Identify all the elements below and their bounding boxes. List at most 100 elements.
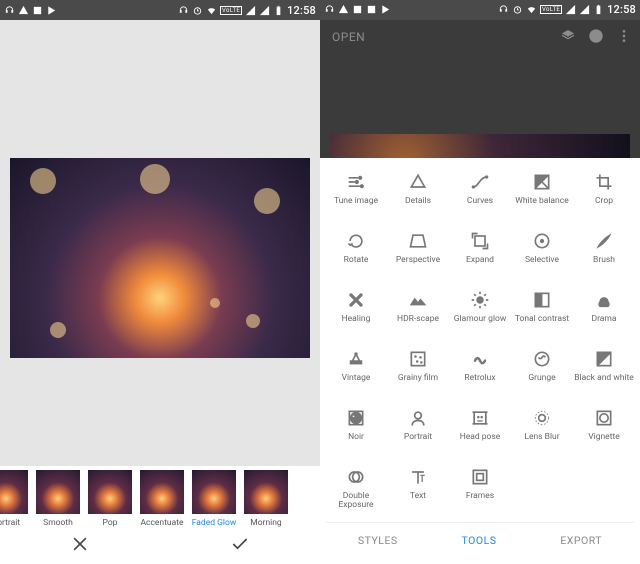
tool-label: Tune image (334, 197, 378, 206)
filter-thumbnail-image (192, 470, 236, 514)
retrolux-icon (470, 349, 490, 369)
battery-icon (593, 4, 604, 15)
tool-label: Vignette (588, 433, 620, 442)
tool-grunge[interactable]: Grunge (512, 349, 572, 404)
expand-icon (470, 231, 490, 251)
tool-label: Drama (592, 315, 617, 324)
signal-icon (259, 5, 270, 16)
headphones-icon (498, 4, 509, 15)
tool-selective[interactable]: Selective (512, 231, 572, 286)
signal-icon (245, 5, 256, 16)
tool-rotate[interactable]: Rotate (326, 231, 386, 286)
tool-whitebalance[interactable]: White balance (512, 172, 572, 227)
frames-icon (470, 467, 490, 487)
tool-tonal[interactable]: Tonal contrast (512, 290, 572, 345)
tool-noir[interactable]: Noir (326, 408, 386, 463)
tool-label: Head pose (460, 433, 501, 442)
vignette-icon (594, 408, 614, 428)
tool-perspective[interactable]: Perspective (388, 231, 448, 286)
tool-label: Retrolux (464, 374, 495, 383)
tool-label: Curves (467, 197, 493, 206)
drive-icon (18, 5, 29, 16)
grunge-icon (532, 349, 552, 369)
tool-grainy[interactable]: Grainy film (388, 349, 448, 404)
tool-retrolux[interactable]: Retrolux (450, 349, 510, 404)
filter-thumbnail-image (140, 470, 184, 514)
clock: 12:58 (287, 4, 316, 17)
vintage-icon (346, 349, 366, 369)
drama-icon (594, 290, 614, 310)
tab-styles[interactable]: STYLES (358, 534, 398, 547)
healing-icon (346, 290, 366, 310)
tool-double[interactable]: Double Exposure (326, 467, 386, 522)
tool-text[interactable]: Text (388, 467, 448, 522)
tool-expand[interactable]: Expand (450, 231, 510, 286)
filter-thumbnail-image (88, 470, 132, 514)
tool-label: HDR-scape (397, 315, 439, 324)
photo-preview-area (0, 20, 320, 466)
cancel-button[interactable] (70, 534, 90, 558)
tool-label: Grunge (528, 374, 555, 383)
clock: 12:58 (607, 3, 636, 16)
tool-sliders[interactable]: Tune image (326, 172, 386, 227)
app-icon (352, 4, 363, 15)
tool-drama[interactable]: Drama (574, 290, 634, 345)
open-button[interactable]: OPEN (332, 30, 365, 44)
filter-thumb[interactable]: Morning (242, 470, 290, 528)
filter-thumb[interactable]: Accentuate (138, 470, 186, 528)
filter-thumb[interactable]: Pop (86, 470, 134, 528)
tool-details[interactable]: Details (388, 172, 448, 227)
tool-vintage[interactable]: Vintage (326, 349, 386, 404)
drive-icon (338, 4, 349, 15)
status-bar: VoLTE 12:58 (0, 0, 320, 20)
tool-glow[interactable]: Glamour glow (450, 290, 510, 345)
editor-dimmed-area: OPEN (320, 20, 640, 158)
photo-preview[interactable] (10, 158, 310, 358)
signal-icon (565, 4, 576, 15)
grainy-icon (408, 349, 428, 369)
tool-label: Grainy film (398, 374, 438, 383)
tool-label: Vintage (342, 374, 371, 383)
sliders-icon (346, 172, 366, 192)
filter-label: Morning (250, 518, 281, 528)
battery-icon (273, 5, 284, 16)
alarm-icon (192, 5, 203, 16)
tool-portrait[interactable]: Portrait (388, 408, 448, 463)
filter-label: Smooth (43, 518, 73, 528)
perspective-icon (408, 231, 428, 251)
tool-bw[interactable]: Black and white (574, 349, 634, 404)
tool-frames[interactable]: Frames (450, 467, 510, 522)
crop-icon (594, 172, 614, 192)
tool-label: Perspective (396, 256, 440, 265)
tool-lensblur[interactable]: Lens Blur (512, 408, 572, 463)
tool-vignette[interactable]: Vignette (574, 408, 634, 463)
more-icon[interactable] (616, 28, 632, 44)
headphones-icon (324, 4, 335, 15)
tool-label: Healing (342, 315, 371, 324)
lensblur-icon (532, 408, 552, 428)
accept-button[interactable] (230, 534, 250, 558)
curves-icon (470, 172, 490, 192)
tab-export[interactable]: EXPORT (560, 534, 602, 547)
tool-hdr[interactable]: HDR-scape (388, 290, 448, 345)
tab-tools[interactable]: TOOLS (462, 534, 497, 547)
whitebalance-icon (532, 172, 552, 192)
tool-label: Expand (466, 256, 494, 265)
layers-icon[interactable] (560, 28, 576, 44)
double-icon (346, 467, 366, 487)
info-icon[interactable] (588, 28, 604, 44)
tool-curves[interactable]: Curves (450, 172, 510, 227)
filter-thumb[interactable]: Smooth (34, 470, 82, 528)
tool-label: Brush (593, 256, 615, 265)
tool-crop[interactable]: Crop (574, 172, 634, 227)
tool-brush[interactable]: Brush (574, 231, 634, 286)
filter-strip[interactable]: Portrait Smooth Pop Accentuate Faded Glo… (0, 466, 320, 528)
tool-label: Selective (525, 256, 559, 265)
tool-healing[interactable]: Healing (326, 290, 386, 345)
volte-badge: VoLTE (540, 5, 562, 14)
tool-headpose[interactable]: Head pose (450, 408, 510, 463)
filter-thumb[interactable]: Portrait (0, 470, 30, 528)
filter-label: Portrait (0, 518, 20, 528)
filter-thumb[interactable]: Faded Glow (190, 470, 238, 528)
tool-label: Noir (348, 433, 364, 442)
